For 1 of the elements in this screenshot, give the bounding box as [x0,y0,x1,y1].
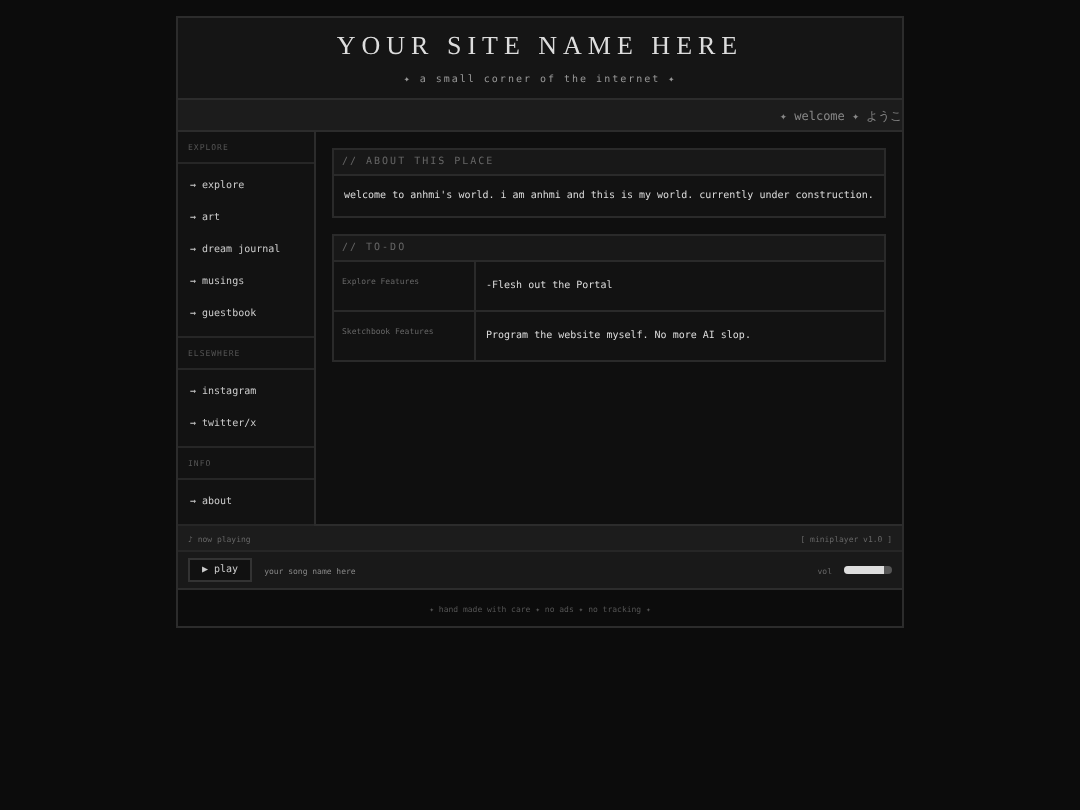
site-title: YOUR SITE NAME HERE [336,30,744,62]
